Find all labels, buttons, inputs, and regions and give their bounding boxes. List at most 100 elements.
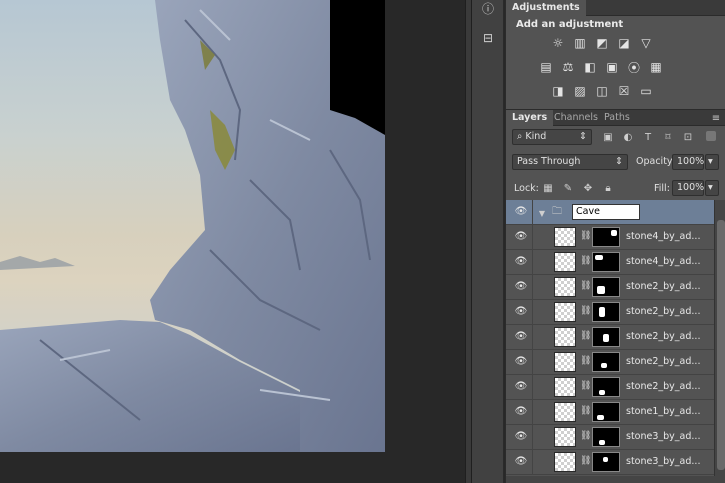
eye-icon[interactable]: 👁︎ [514, 306, 528, 318]
filter-smart-object-icon[interactable]: ⊡ [682, 131, 694, 143]
eye-icon[interactable]: 👁︎ [514, 231, 528, 243]
layer-mask-thumbnail[interactable] [592, 427, 620, 447]
threshold-icon[interactable]: ◫ [594, 84, 610, 98]
layer-row[interactable]: 👁︎ ⛓︎ stone3_by_ad... [506, 425, 714, 450]
adjustments-tabbar: Adjustments [506, 0, 725, 16]
group-expand-icon[interactable]: ▼ [536, 207, 548, 219]
link-icon[interactable]: ⛓︎ [580, 456, 591, 466]
layer-mask-thumbnail[interactable] [592, 352, 620, 372]
link-icon[interactable]: ⛓︎ [580, 431, 591, 441]
blend-mode-select[interactable]: Pass Through ⇕ [512, 154, 628, 170]
exposure-icon[interactable]: ◪ [616, 36, 632, 50]
eye-icon[interactable]: 👁︎ [514, 456, 528, 468]
group-name-input[interactable]: Cave [572, 204, 640, 220]
link-icon[interactable]: ⛓︎ [580, 381, 591, 391]
layers-scrollbar[interactable] [714, 200, 725, 483]
eye-icon[interactable]: 👁︎ [514, 356, 528, 368]
layer-row[interactable]: 👁︎ ⛓︎ stone4_by_ad... [506, 250, 714, 275]
link-icon[interactable]: ⛓︎ [580, 406, 591, 416]
selective-color-icon[interactable]: ☒ [616, 84, 632, 98]
tab-adjustments[interactable]: Adjustments [506, 0, 586, 16]
invert-icon[interactable]: ◨ [550, 84, 566, 98]
eye-icon[interactable]: 👁︎ [514, 406, 528, 418]
fill-dropdown-icon[interactable]: ▾ [705, 180, 719, 196]
link-icon[interactable]: ⛓︎ [580, 256, 591, 266]
layer-mask-thumbnail[interactable] [592, 377, 620, 397]
tab-layers[interactable]: Layers [506, 110, 554, 126]
layer-row[interactable]: 👁︎ ⛓︎ stone2_by_ad... [506, 325, 714, 350]
layer-name: stone2_by_ad... [626, 381, 701, 392]
eye-icon[interactable]: 👁︎ [514, 281, 528, 293]
link-icon[interactable]: ⛓︎ [580, 281, 591, 291]
layer-mask-thumbnail[interactable] [592, 327, 620, 347]
layer-name: stone2_by_ad... [626, 356, 701, 367]
layers-list: 👁︎ ▼ 🗀︎ Cave 👁︎ ⛓︎ stone4_by_ad... 👁︎ ⛓︎… [506, 200, 714, 483]
gradient-map-icon[interactable]: ▭ [638, 84, 654, 98]
opacity-dropdown-icon[interactable]: ▾ [705, 154, 719, 170]
lock-transparent-icon[interactable]: ▦ [542, 182, 554, 194]
curves-icon[interactable]: ◩ [594, 36, 610, 50]
blend-mode-value: Pass Through [517, 156, 581, 167]
filter-toggle-icon[interactable] [706, 131, 716, 141]
canvas-scrollbar[interactable] [465, 0, 472, 483]
layer-mask-thumbnail[interactable] [592, 252, 620, 272]
fill-input[interactable]: 100% [672, 180, 704, 196]
layer-thumbnail [554, 402, 576, 422]
layer-mask-thumbnail[interactable] [592, 227, 620, 247]
layer-row[interactable]: 👁︎ ⛓︎ stone4_by_ad... [506, 225, 714, 250]
color-balance-icon[interactable]: ⚖ [560, 60, 576, 74]
layer-thumbnail [554, 252, 576, 272]
channel-mixer-icon[interactable]: ⦿ [626, 60, 642, 75]
eye-icon[interactable]: 👁︎ [514, 206, 528, 218]
brightness-contrast-icon[interactable]: ☼ [550, 36, 566, 50]
eye-icon[interactable]: 👁︎ [514, 431, 528, 443]
document-canvas-area[interactable] [0, 0, 465, 483]
lock-position-icon[interactable]: ✥ [582, 182, 594, 194]
layer-row[interactable]: 👁︎ ⛓︎ stone1_by_ad... [506, 400, 714, 425]
color-lookup-icon[interactable]: ▦ [648, 60, 664, 74]
canvas-image[interactable] [0, 0, 385, 452]
gradient-triangle-icon[interactable]: ▽ [638, 36, 654, 50]
layer-mask-thumbnail[interactable] [592, 302, 620, 322]
fill-label: Fill: [654, 183, 670, 194]
layers-scroll-thumb[interactable] [717, 220, 725, 470]
link-icon[interactable]: ⛓︎ [580, 356, 591, 366]
filter-shape-icon[interactable]: ⌑ [662, 131, 674, 143]
layer-row[interactable]: 👁︎ ⛓︎ stone3_by_ad... [506, 450, 714, 475]
layer-mask-thumbnail[interactable] [592, 452, 620, 472]
panel-toggle-icon[interactable]: ⊟ [478, 28, 498, 48]
layer-row[interactable]: 👁︎ ⛓︎ stone2_by_ad... [506, 350, 714, 375]
black-white-icon[interactable]: ◧ [582, 60, 598, 74]
layer-mask-thumbnail[interactable] [592, 402, 620, 422]
layer-name: stone2_by_ad... [626, 306, 701, 317]
filter-pixel-icon[interactable]: ▣ [602, 131, 614, 143]
info-icon[interactable]: ⓘ [478, 0, 498, 18]
tab-channels[interactable]: Channels [548, 110, 604, 126]
eye-icon[interactable]: 👁︎ [514, 256, 528, 268]
lock-all-icon[interactable]: 🔒︎ [602, 182, 614, 194]
layer-group-row[interactable]: 👁︎ ▼ 🗀︎ Cave [506, 200, 714, 225]
eye-icon[interactable]: 👁︎ [514, 331, 528, 343]
layer-mask-thumbnail[interactable] [592, 277, 620, 297]
layer-row[interactable]: 👁︎ ⛓︎ stone2_by_ad... [506, 275, 714, 300]
filter-type-icon[interactable]: T [642, 131, 654, 143]
divider [532, 200, 533, 225]
link-icon[interactable]: ⛓︎ [580, 231, 591, 241]
link-icon[interactable]: ⛓︎ [580, 331, 591, 341]
vibrance-icon[interactable]: ▤ [538, 60, 554, 74]
lock-pixels-icon[interactable]: ✎ [562, 182, 574, 194]
filter-adjustment-icon[interactable]: ◐ [622, 131, 634, 143]
panel-menu-icon[interactable]: ≡ [710, 112, 722, 124]
posterize-icon[interactable]: ▨ [572, 84, 588, 98]
photo-filter-icon[interactable]: ▣ [604, 60, 620, 74]
levels-icon[interactable]: ▥ [572, 36, 588, 50]
opacity-input[interactable]: 100% [672, 154, 704, 170]
link-icon[interactable]: ⛓︎ [580, 306, 591, 316]
divider [532, 400, 533, 425]
filter-kind-select[interactable]: ⌕ Kind ⇕ [512, 129, 592, 145]
tab-paths[interactable]: Paths [598, 110, 636, 126]
eye-icon[interactable]: 👁︎ [514, 381, 528, 393]
layer-thumbnail [554, 327, 576, 347]
layer-row[interactable]: 👁︎ ⛓︎ stone2_by_ad... [506, 375, 714, 400]
layer-row[interactable]: 👁︎ ⛓︎ stone2_by_ad... [506, 300, 714, 325]
